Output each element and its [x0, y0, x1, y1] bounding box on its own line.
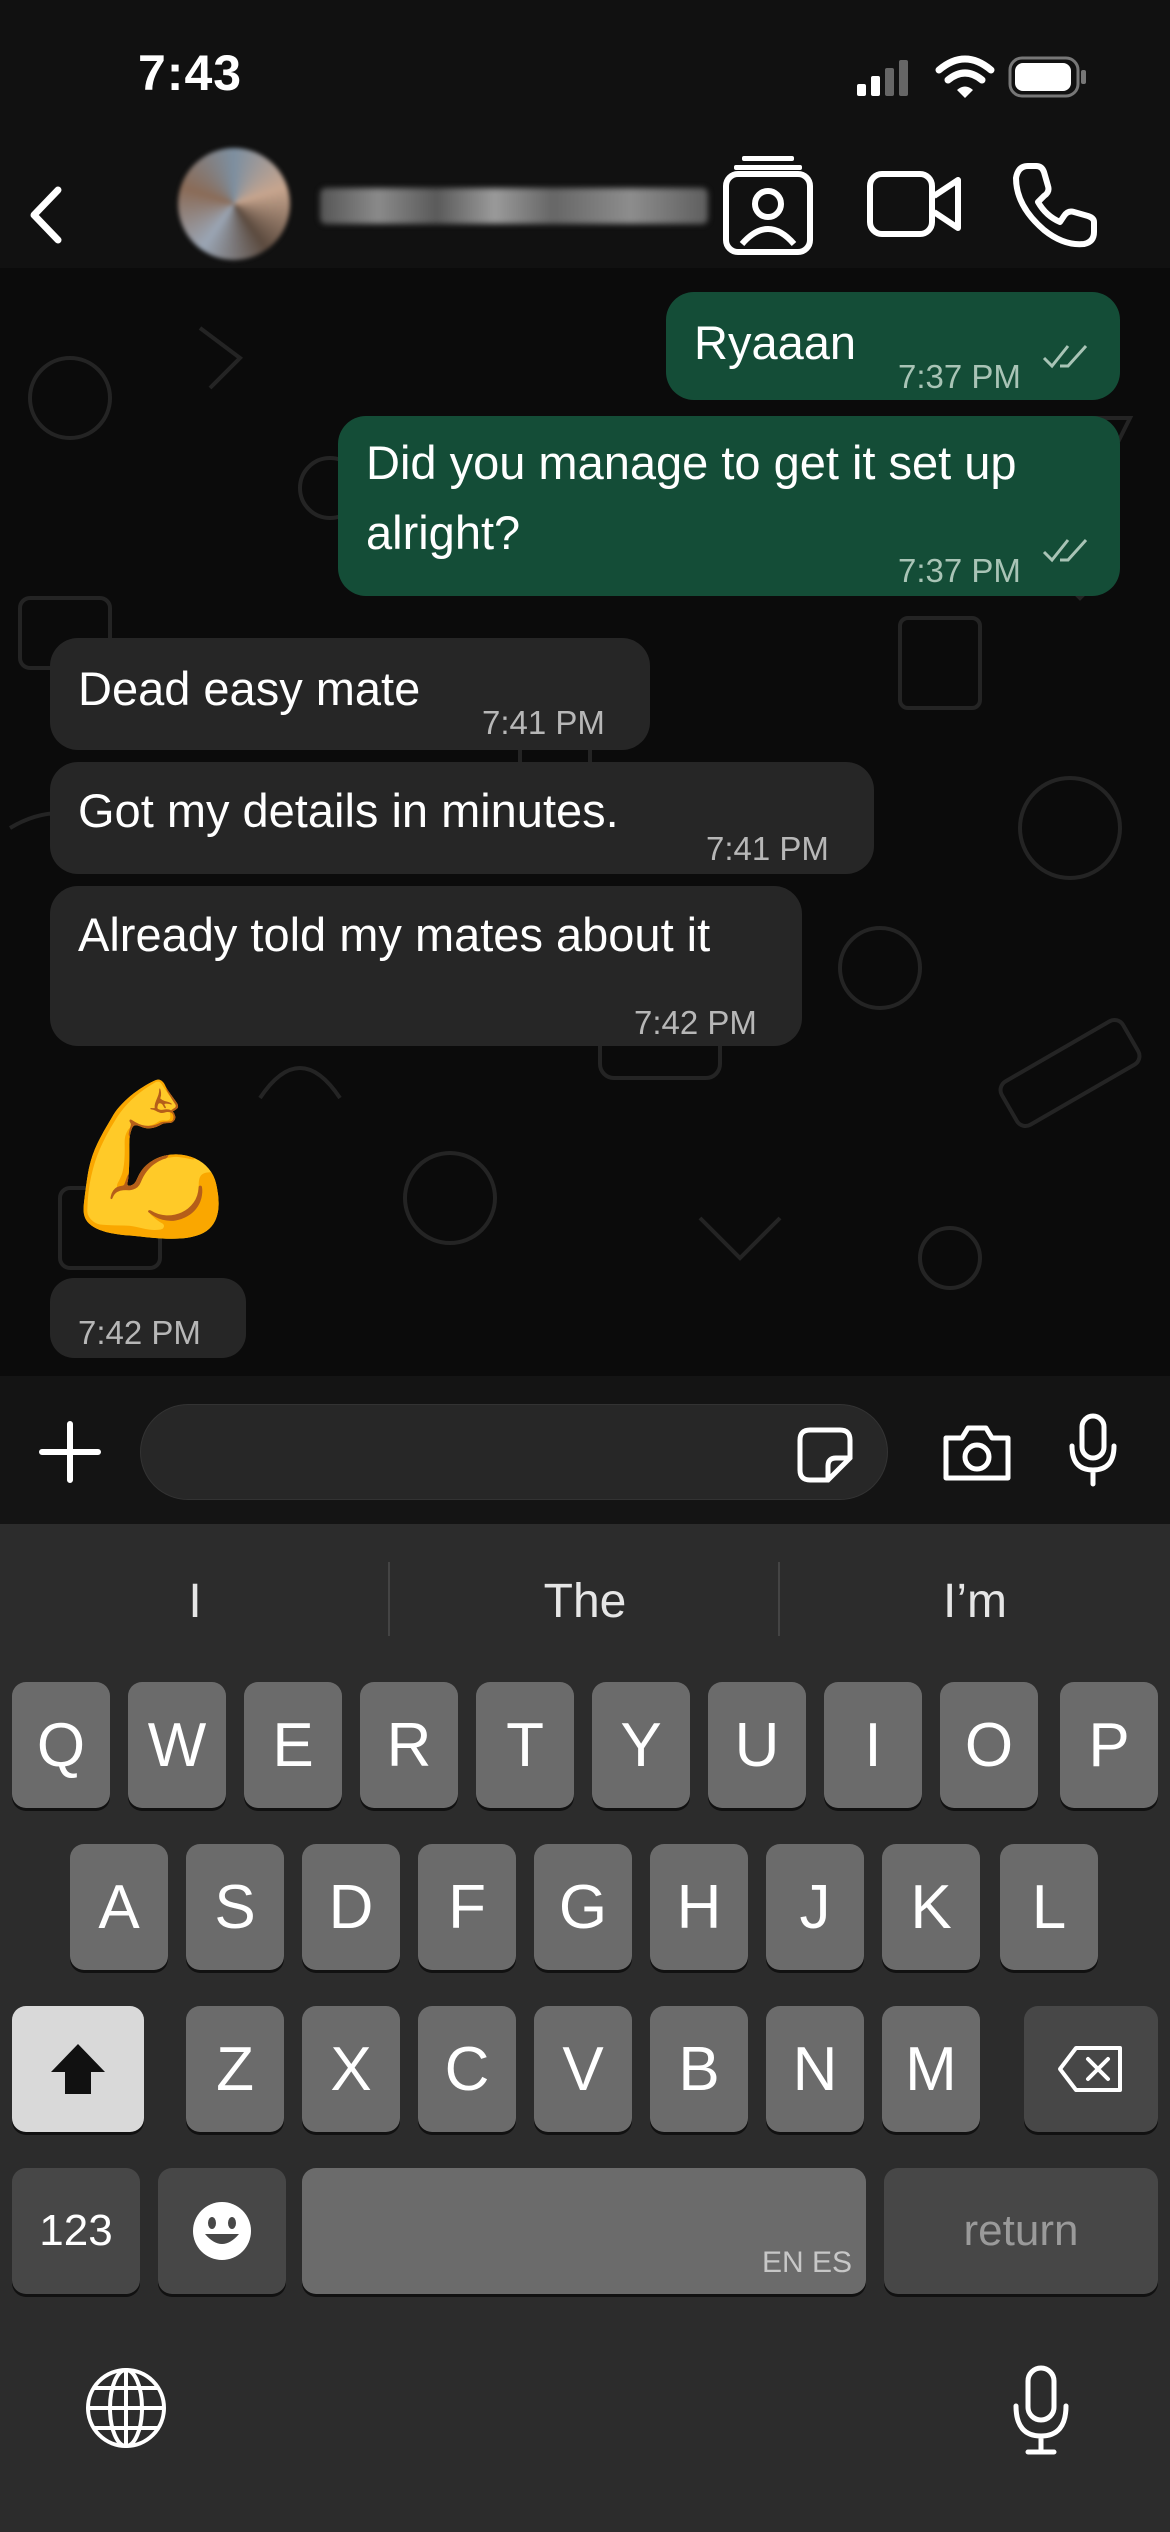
shift-key[interactable] — [12, 2006, 144, 2132]
phone-icon[interactable] — [1010, 160, 1100, 250]
key-c[interactable]: C — [418, 2006, 516, 2132]
microphone-icon[interactable] — [1068, 1412, 1118, 1488]
message-incoming[interactable]: Already told my mates about it 7:42 PM — [50, 886, 802, 1046]
key-r[interactable]: R — [360, 1682, 458, 1808]
suggestion-2[interactable]: The — [390, 1574, 780, 1634]
contact-avatar[interactable] — [178, 148, 290, 260]
status-time: 7:43 — [138, 45, 243, 101]
key-h[interactable]: H — [650, 1844, 748, 1970]
return-key[interactable]: return — [884, 2168, 1158, 2294]
keyboard: I The I’m Q W E R T Y U I O P A S D F G … — [0, 1524, 1170, 2532]
contact-name[interactable] — [320, 188, 708, 224]
key-k[interactable]: K — [882, 1844, 980, 1970]
key-y[interactable]: Y — [592, 1682, 690, 1808]
plus-icon[interactable] — [36, 1418, 104, 1486]
key-j[interactable]: J — [766, 1844, 864, 1970]
cellular-signal-icon — [857, 60, 908, 96]
contact-card-icon[interactable] — [722, 152, 814, 256]
back-icon[interactable] — [20, 180, 70, 250]
delete-key[interactable] — [1024, 2006, 1158, 2132]
key-b[interactable]: B — [650, 2006, 748, 2132]
message-incoming[interactable]: Got my details in minutes. 7:41 PM — [50, 762, 874, 874]
key-z[interactable]: Z — [186, 2006, 284, 2132]
key-n[interactable]: N — [766, 2006, 864, 2132]
key-l[interactable]: L — [1000, 1844, 1098, 1970]
key-t[interactable]: T — [476, 1682, 574, 1808]
video-call-icon[interactable] — [866, 168, 962, 240]
status-bar: 7:43 — [0, 0, 1170, 140]
key-d[interactable]: D — [302, 1844, 400, 1970]
message-outgoing[interactable]: Did you manage to get it set up alright?… — [338, 416, 1120, 596]
message-list[interactable]: Ryaaan 7:37 PM Did you manage to get it … — [0, 268, 1170, 1376]
backspace-icon — [1058, 2046, 1122, 2092]
message-incoming[interactable]: Dead easy mate 7:41 PM — [50, 638, 650, 750]
dictation-microphone-icon[interactable] — [1010, 2364, 1072, 2456]
key-g[interactable]: G — [534, 1844, 632, 1970]
key-q[interactable]: Q — [12, 1682, 110, 1808]
key-x[interactable]: X — [302, 2006, 400, 2132]
key-v[interactable]: V — [534, 2006, 632, 2132]
battery-icon — [1008, 56, 1086, 98]
globe-icon[interactable] — [84, 2366, 168, 2450]
key-p[interactable]: P — [1060, 1682, 1158, 1808]
key-e[interactable]: E — [244, 1682, 342, 1808]
camera-icon[interactable] — [940, 1422, 1014, 1484]
read-receipt-icon — [1042, 344, 1088, 369]
key-s[interactable]: S — [186, 1844, 284, 1970]
key-u[interactable]: U — [708, 1682, 806, 1808]
key-o[interactable]: O — [940, 1682, 1038, 1808]
key-f[interactable]: F — [418, 1844, 516, 1970]
suggestion-3[interactable]: I’m — [780, 1574, 1170, 1634]
space-key[interactable]: EN ES — [302, 2168, 866, 2294]
message-input[interactable] — [140, 1404, 888, 1500]
emoji-key[interactable] — [158, 2168, 286, 2294]
keyboard-language-label: EN ES — [761, 2246, 852, 2279]
wifi-icon — [935, 55, 995, 98]
flexed-biceps-emoji[interactable]: 💪 — [58, 1074, 245, 1244]
sticker-icon[interactable] — [796, 1426, 854, 1484]
numbers-key[interactable]: 123 — [12, 2168, 140, 2294]
read-receipt-icon — [1042, 538, 1088, 563]
key-w[interactable]: W — [128, 1682, 226, 1808]
message-time-badge: 7:42 PM — [50, 1278, 246, 1358]
key-i[interactable]: I — [824, 1682, 922, 1808]
suggestion-1[interactable]: I — [0, 1574, 390, 1634]
emoji-face-icon — [193, 2202, 251, 2260]
key-a[interactable]: A — [70, 1844, 168, 1970]
composer-bar — [0, 1376, 1170, 1524]
shift-arrow-icon — [51, 2044, 105, 2094]
message-outgoing[interactable]: Ryaaan 7:37 PM — [666, 292, 1120, 400]
key-m[interactable]: M — [882, 2006, 980, 2132]
